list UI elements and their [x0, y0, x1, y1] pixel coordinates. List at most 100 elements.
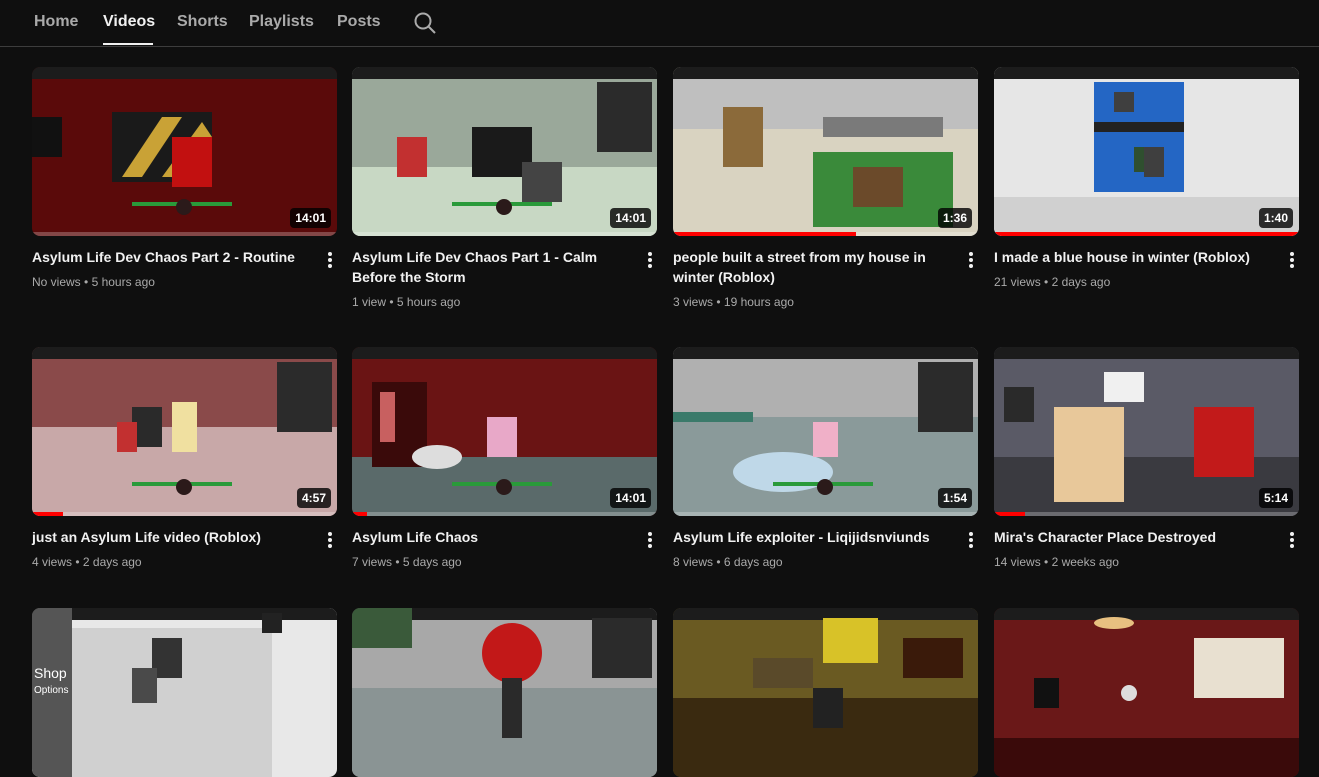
video-card[interactable]: Shop Options — [32, 608, 337, 777]
video-thumbnail[interactable]: 1:54 — [673, 347, 978, 516]
video-card[interactable]: 5:14 Mira's Character Place Destroyed 14 v… — [994, 347, 1299, 587]
upload-age: 5 hours ago — [396, 295, 461, 309]
video-title[interactable]: Asylum Life exploiter - Liqijidsnviunds — [673, 527, 953, 547]
video-title[interactable]: people built a street from my house in w… — [673, 247, 953, 287]
video-card[interactable] — [994, 608, 1299, 777]
upload-age: 2 days ago — [1051, 275, 1111, 289]
more-vert-icon[interactable] — [643, 250, 657, 270]
video-thumbnail[interactable] — [673, 608, 978, 777]
tab-posts[interactable]: Posts — [337, 12, 381, 32]
video-meta: 1 view • 5 hours ago — [352, 293, 460, 311]
watch-progress-bar — [673, 232, 978, 236]
video-card[interactable] — [673, 608, 978, 777]
meta-separator: • — [386, 295, 397, 309]
video-card[interactable]: 14:01 Asylum Life Chaos 7 views • 5 days a… — [352, 347, 657, 587]
video-meta: 21 views • 2 days ago — [994, 273, 1110, 291]
view-count: 4 views — [32, 555, 73, 569]
channel-tabs: Home Videos Shorts Playlists Posts — [0, 0, 1319, 47]
watch-progress-bar — [673, 512, 978, 516]
search-icon[interactable] — [413, 11, 437, 35]
duration-badge: 1:36 — [937, 208, 972, 228]
watch-progress-bar — [32, 512, 337, 516]
watch-progress-fill — [32, 512, 63, 516]
tab-playlists[interactable]: Playlists — [249, 12, 314, 32]
video-thumbnail[interactable]: 1:40 — [994, 67, 1299, 236]
video-title[interactable]: Asylum Life Dev Chaos Part 2 - Routine — [32, 247, 312, 267]
watch-progress-fill — [352, 512, 368, 516]
video-meta: 7 views • 5 days ago — [352, 553, 462, 571]
thumb-shop-label: Shop — [34, 665, 67, 681]
video-title[interactable]: just an Asylum Life video (Roblox) — [32, 527, 312, 547]
video-thumbnail[interactable]: 4:57 — [32, 347, 337, 516]
meta-separator: • — [80, 275, 92, 289]
video-card[interactable]: 14:01 Asylum Life Dev Chaos Part 2 - Rout… — [32, 67, 337, 307]
watch-progress-fill — [994, 512, 1025, 516]
active-tab-indicator — [103, 43, 153, 45]
upload-age: 5 days ago — [402, 555, 462, 569]
duration-badge: 14:01 — [610, 208, 651, 228]
tab-videos[interactable]: Videos — [103, 12, 155, 32]
meta-separator: • — [1040, 555, 1052, 569]
video-card[interactable]: 14:01 Asylum Life Dev Chaos Part 1 - Calm… — [352, 67, 657, 309]
thumb-shop-sub: Options — [34, 685, 68, 696]
tab-home[interactable]: Home — [34, 12, 78, 32]
upload-age: 5 hours ago — [91, 275, 155, 289]
duration-badge: 14:01 — [610, 488, 651, 508]
video-thumbnail[interactable] — [352, 608, 657, 777]
more-vert-icon[interactable] — [323, 250, 337, 270]
video-meta: 3 views • 19 hours ago — [673, 293, 794, 311]
video-card[interactable]: 1:36 people built a street from my house … — [673, 67, 978, 309]
duration-badge: 5:14 — [1258, 488, 1293, 508]
watch-progress-bar — [994, 232, 1299, 236]
video-thumbnail[interactable] — [994, 608, 1299, 777]
watch-progress-fill — [994, 232, 1299, 236]
view-count: 14 views — [994, 555, 1041, 569]
more-vert-icon[interactable] — [964, 530, 978, 550]
video-title[interactable]: I made a blue house in winter (Roblox) — [994, 247, 1274, 267]
watch-progress-bar — [352, 512, 657, 516]
video-title[interactable]: Asylum Life Dev Chaos Part 1 - Calm Befo… — [352, 247, 632, 287]
duration-badge: 1:40 — [1258, 208, 1293, 228]
view-count: 7 views — [352, 555, 393, 569]
duration-badge: 4:57 — [296, 488, 331, 508]
view-count: 1 view — [352, 295, 387, 309]
video-thumbnail[interactable]: 14:01 — [352, 67, 657, 236]
meta-separator: • — [713, 295, 724, 309]
video-thumbnail[interactable]: 14:01 — [32, 67, 337, 236]
video-card[interactable]: 4:57 just an Asylum Life video (Roblox) 4 … — [32, 347, 337, 587]
video-card[interactable] — [352, 608, 657, 777]
meta-separator: • — [713, 555, 724, 569]
meta-separator: • — [72, 555, 83, 569]
tab-shorts[interactable]: Shorts — [177, 12, 228, 32]
view-count: No views — [32, 275, 81, 289]
watch-progress-fill — [673, 232, 856, 236]
view-count: 8 views — [673, 555, 714, 569]
video-thumbnail[interactable]: 1:36 — [673, 67, 978, 236]
video-thumbnail[interactable]: Shop Options — [32, 608, 337, 777]
more-vert-icon[interactable] — [1285, 530, 1299, 550]
video-card[interactable]: 1:54 Asylum Life exploiter - Liqijidsnviu… — [673, 347, 978, 587]
video-title[interactable]: Asylum Life Chaos — [352, 527, 632, 547]
more-vert-icon[interactable] — [643, 530, 657, 550]
upload-age: 6 days ago — [723, 555, 783, 569]
watch-progress-bar — [352, 232, 657, 236]
video-title[interactable]: Mira's Character Place Destroyed — [994, 527, 1274, 547]
upload-age: 2 weeks ago — [1051, 555, 1119, 569]
video-meta: 4 views • 2 days ago — [32, 553, 142, 571]
watch-progress-bar — [32, 232, 337, 236]
view-count: 3 views — [673, 295, 714, 309]
duration-badge: 1:54 — [937, 488, 972, 508]
video-thumbnail[interactable]: 5:14 — [994, 347, 1299, 516]
more-vert-icon[interactable] — [964, 250, 978, 270]
more-vert-icon[interactable] — [323, 530, 337, 550]
video-meta: 14 views • 2 weeks ago — [994, 553, 1119, 571]
duration-badge: 14:01 — [290, 208, 331, 228]
upload-age: 19 hours ago — [723, 295, 794, 309]
video-thumbnail[interactable]: 14:01 — [352, 347, 657, 516]
meta-separator: • — [1040, 275, 1052, 289]
video-card[interactable]: 1:40 I made a blue house in winter (Roblo… — [994, 67, 1299, 307]
view-count: 21 views — [994, 275, 1041, 289]
more-vert-icon[interactable] — [1285, 250, 1299, 270]
watch-progress-bar — [994, 512, 1299, 516]
upload-age: 2 days ago — [82, 555, 142, 569]
